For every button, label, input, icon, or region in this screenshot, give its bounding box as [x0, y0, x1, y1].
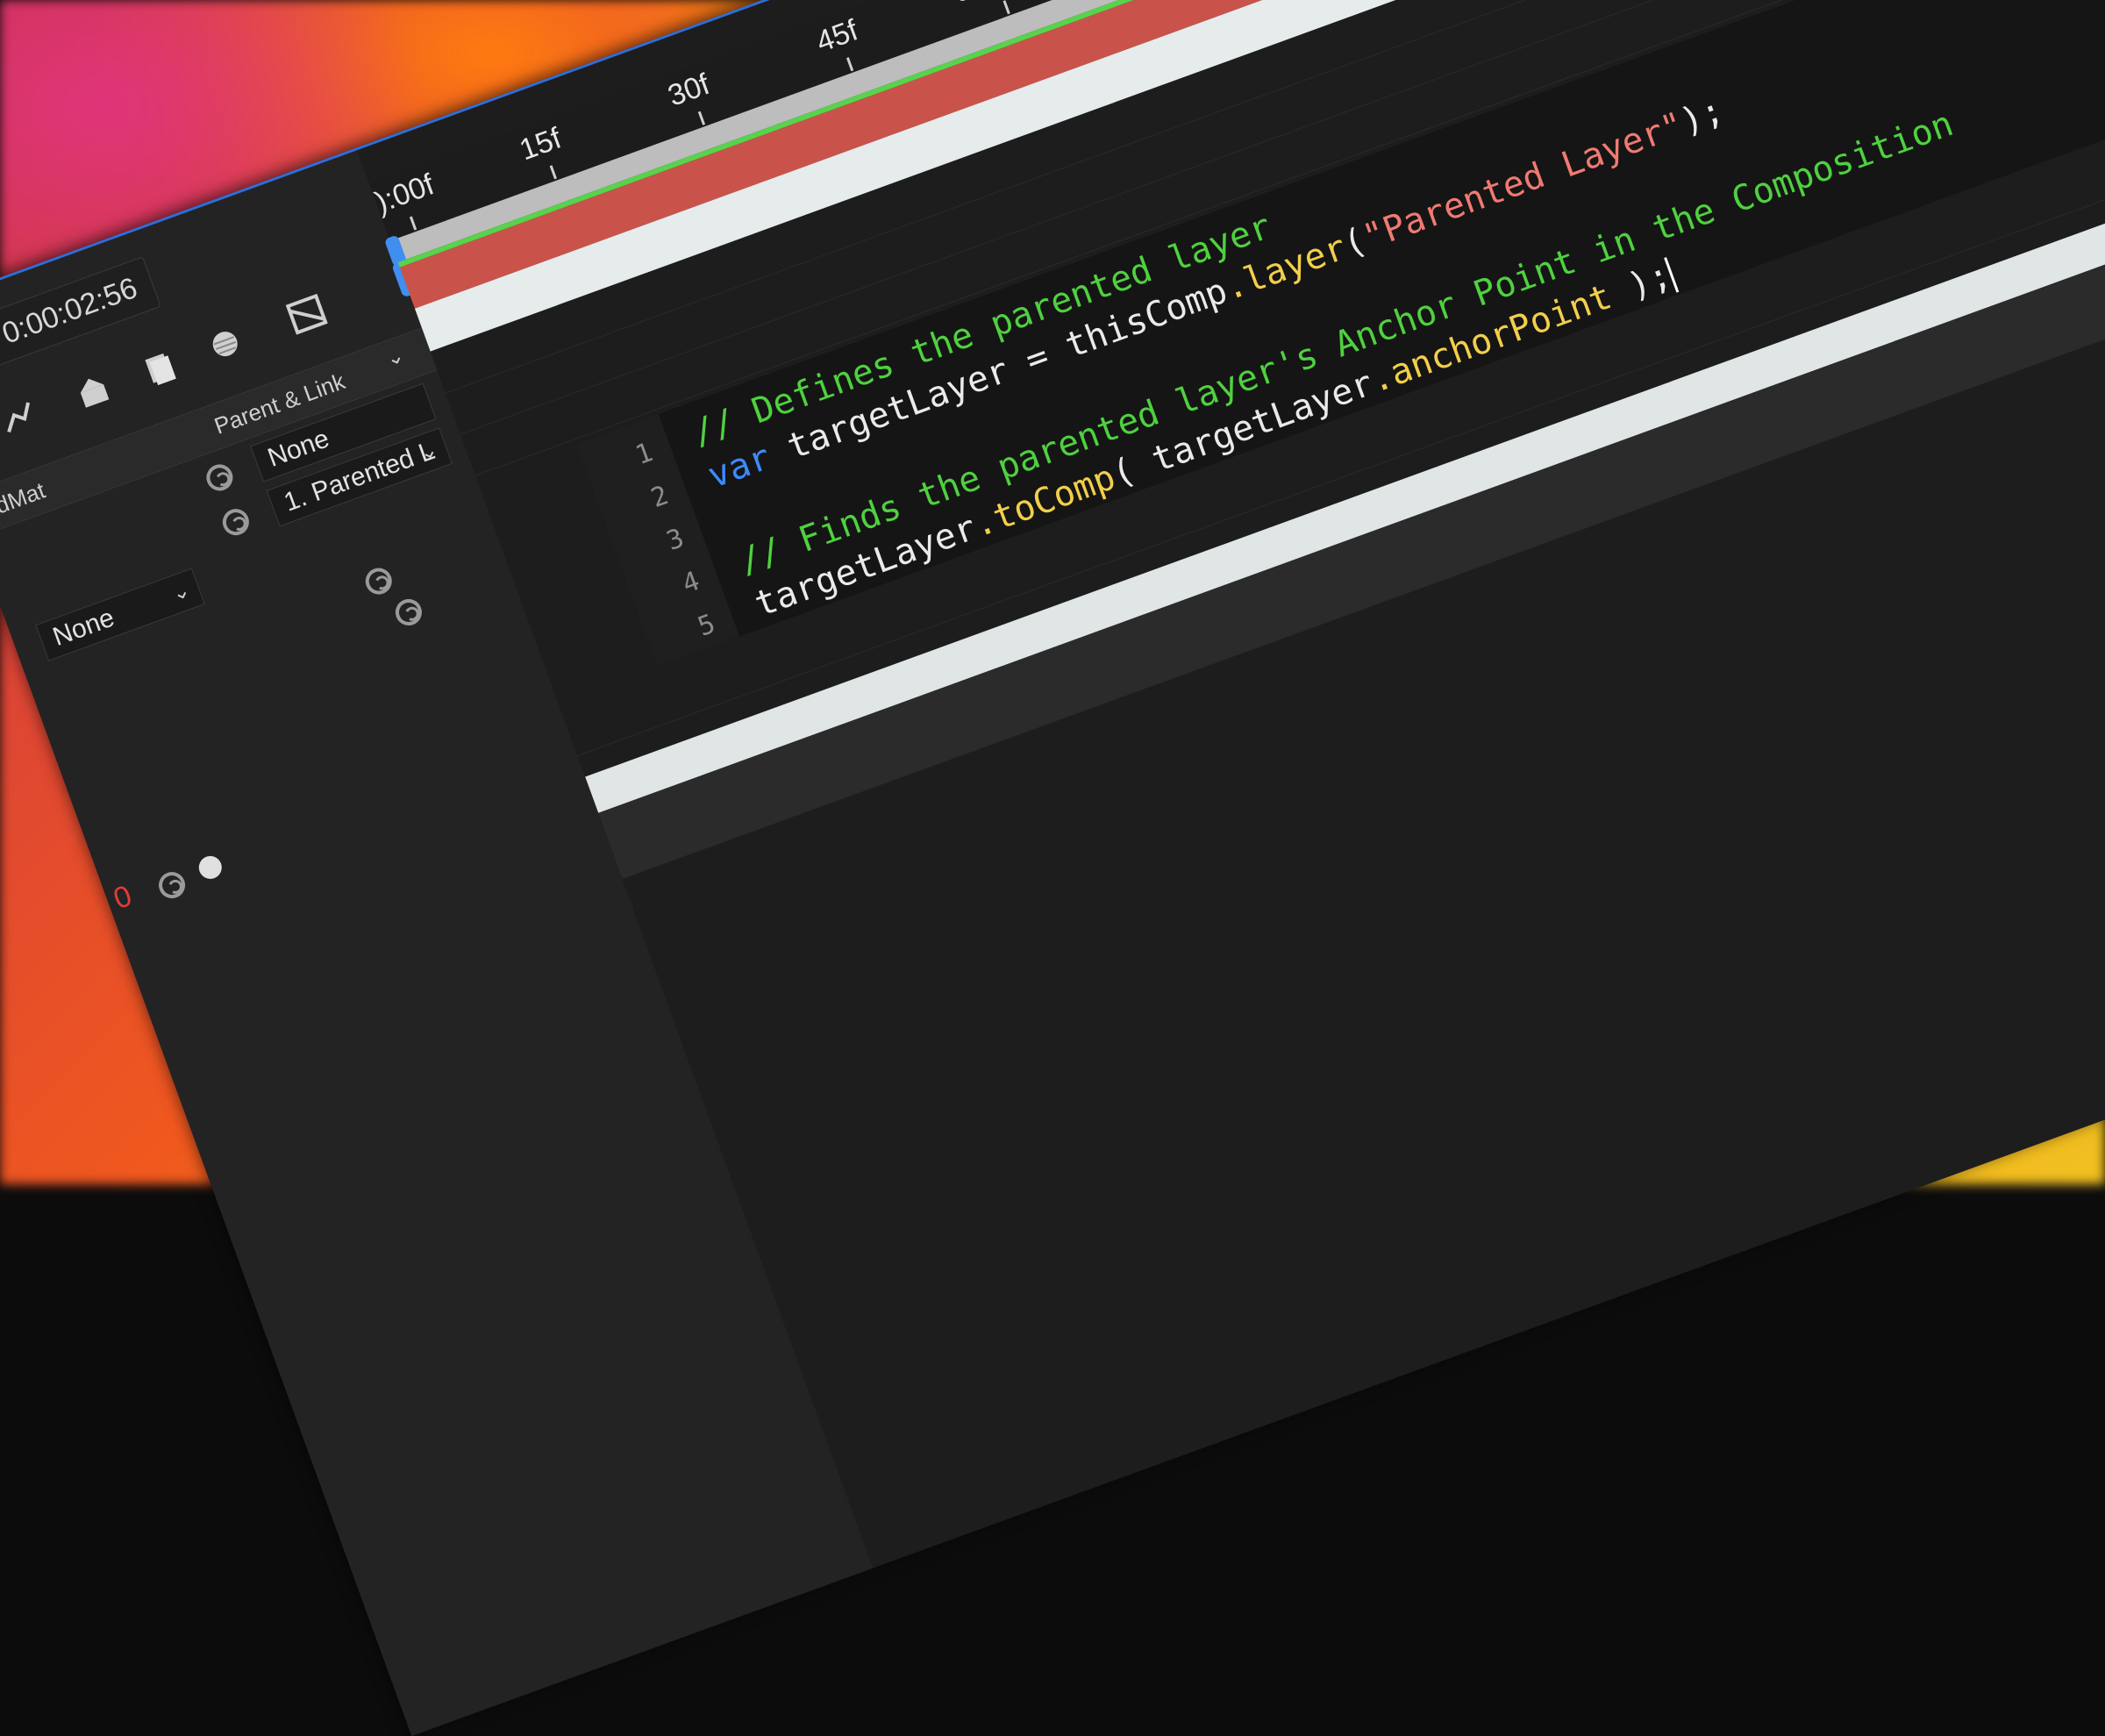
after-effects-timeline-panel: 0:00:02:56 ndMat Parent & Link ⌄ None 1.…	[0, 0, 2105, 1736]
pickwhip-icon[interactable]	[203, 461, 237, 495]
blend-dropdown-value: None	[49, 603, 118, 653]
ruler-tick	[549, 165, 557, 180]
pickwhip-icon[interactable]	[218, 504, 253, 539]
pickwhip-icon[interactable]	[154, 868, 189, 903]
ruler-tick-label: 45f	[811, 13, 863, 60]
blend-dropdown-layer-3[interactable]: None ⌄	[35, 568, 205, 661]
line-number: 4	[678, 565, 704, 600]
stopwatch-icon[interactable]	[196, 853, 225, 882]
ruler-tick-label: ):00f	[370, 168, 439, 220]
ruler-tick	[697, 111, 706, 125]
ruler-tick-label: 30f	[663, 67, 714, 113]
frame-blend-icon[interactable]	[133, 342, 185, 394]
motion-blur-icon[interactable]	[199, 318, 251, 370]
line-number: 1	[631, 437, 657, 472]
shy-icon[interactable]	[68, 366, 119, 418]
line-number: 2	[646, 480, 673, 515]
line-number: 5	[694, 608, 720, 643]
blend-column-label: ndMat	[0, 476, 49, 524]
pickwhip-icon[interactable]	[361, 564, 396, 598]
ruler-tick	[409, 216, 417, 231]
graph-icon[interactable]	[0, 393, 45, 445]
pickwhip-icon[interactable]	[391, 595, 426, 630]
ruler-tick-label: 01:00f	[948, 0, 1038, 11]
chevron-down-icon[interactable]: ⌄	[382, 342, 408, 372]
ruler-tick	[846, 57, 854, 72]
chevron-down-icon: ⌄	[168, 577, 194, 607]
property-value[interactable]: 0	[110, 879, 137, 917]
ruler-tick	[1003, 0, 1010, 15]
parent-dropdown-value: None	[263, 424, 333, 473]
graph-editor-icon[interactable]	[282, 288, 333, 339]
line-number: 3	[662, 522, 689, 558]
ruler-tick-label: 15f	[515, 121, 566, 168]
